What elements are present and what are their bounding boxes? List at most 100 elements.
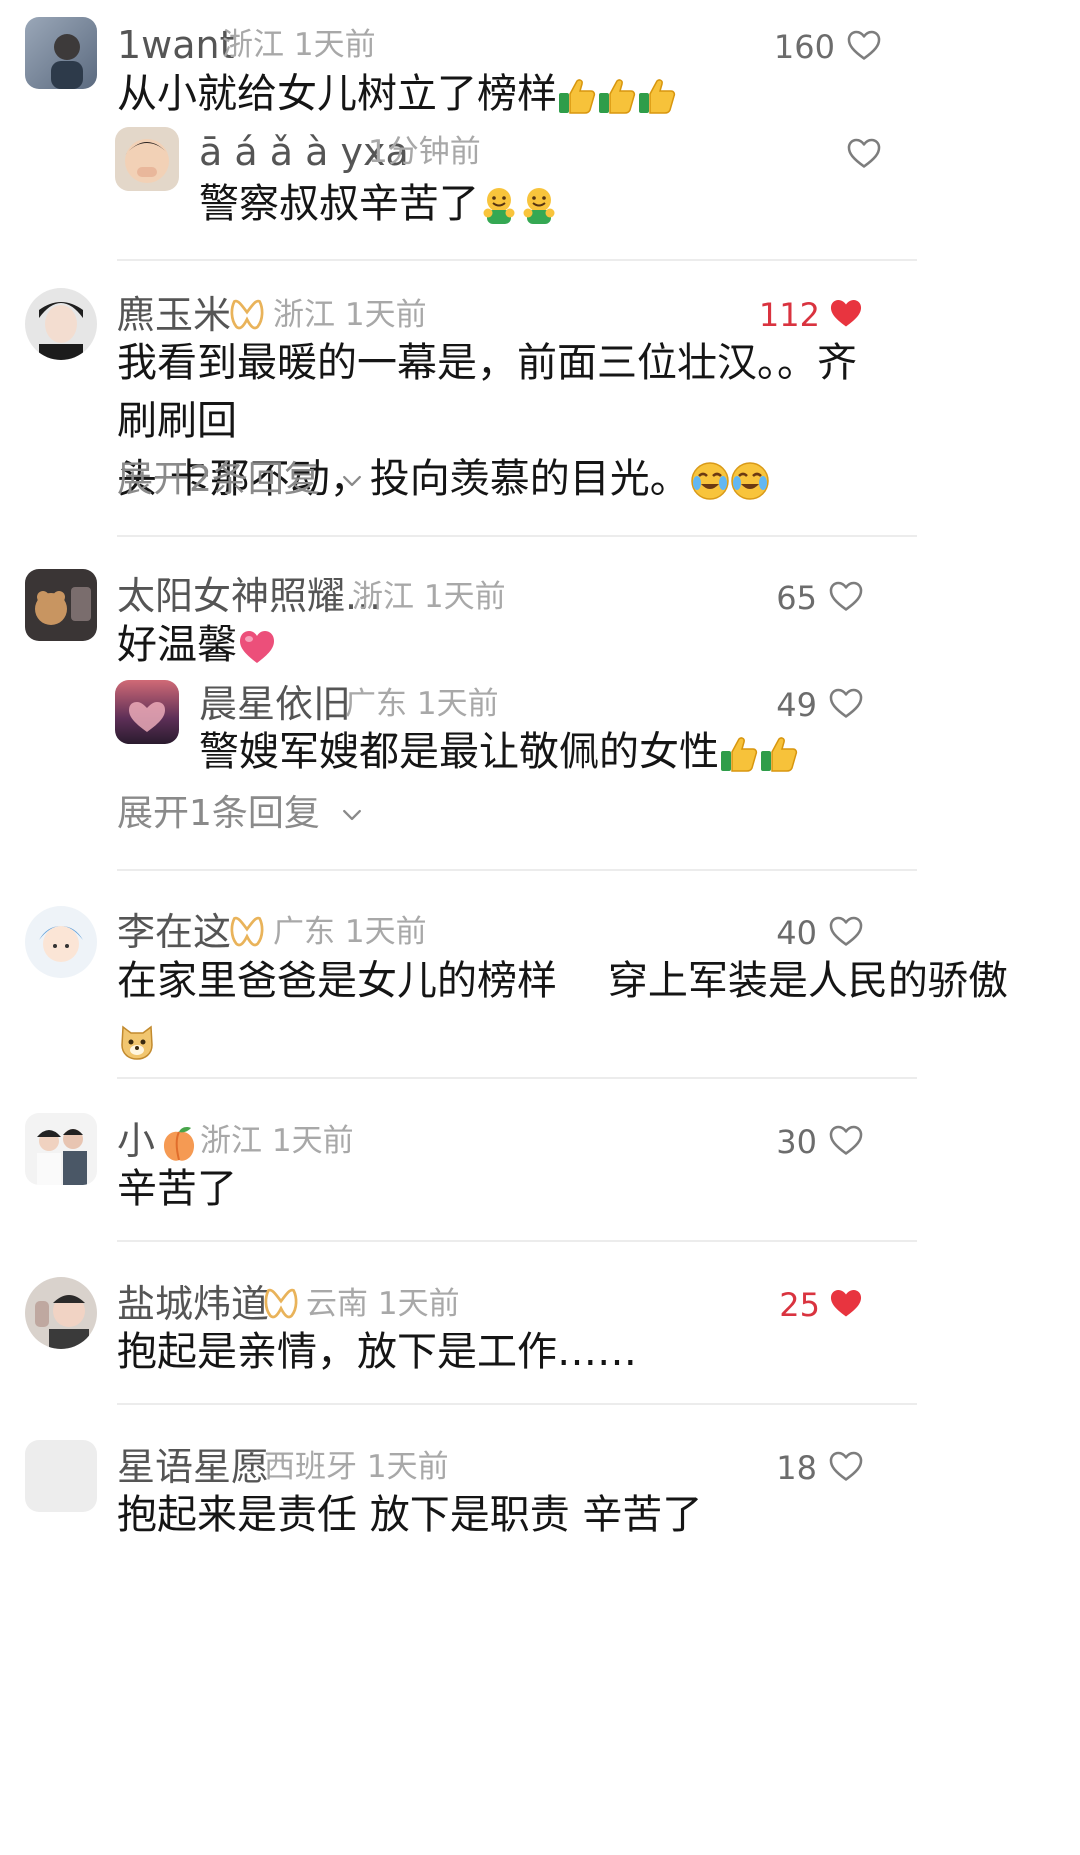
hug-emoji	[479, 186, 519, 226]
comment-meta: 云南 1天前	[306, 1289, 460, 1320]
thumbs-up-emoji	[637, 76, 677, 116]
heart-outline-icon[interactable]	[827, 1447, 865, 1485]
badge-icon	[229, 913, 265, 949]
commenter-name[interactable]: 星语星愿	[117, 1448, 269, 1486]
divider	[117, 869, 917, 871]
comment-meta: 浙江 1天前	[273, 300, 427, 331]
reply-time: 1天前	[416, 686, 499, 722]
expand-replies[interactable]: 展开1条回复	[117, 796, 365, 832]
avatar-image	[39, 926, 83, 962]
like-count: 160	[773, 28, 835, 66]
comment-time: 1天前	[366, 1449, 449, 1485]
avatar-image	[51, 34, 83, 89]
like-count: 65	[776, 579, 817, 617]
comment-meta: 浙江 1天前	[352, 582, 506, 613]
heart-outline-icon[interactable]	[845, 134, 883, 172]
avatar-image	[129, 702, 165, 732]
comment-time: 1天前	[344, 914, 427, 950]
reply-region: 广东	[345, 686, 407, 722]
reply-like-count: 49	[776, 686, 817, 724]
avatar-image	[35, 587, 91, 625]
badge-icon	[229, 296, 265, 332]
avatar-image	[37, 1129, 87, 1185]
heart-filled-icon[interactable]	[827, 1284, 865, 1322]
like-count: 112	[758, 296, 820, 334]
comment-text: 在家里爸爸是女儿的榜样 穿上军装是人民的骄傲	[117, 952, 1008, 1068]
reply-avatar[interactable]	[115, 680, 179, 744]
divider	[117, 1403, 917, 1405]
peach-emoji	[159, 1124, 199, 1164]
comment-text-line	[117, 1010, 887, 1068]
commenter-name[interactable]: 太阳女神照耀...	[117, 577, 381, 615]
comment-time: 1天前	[271, 1123, 354, 1159]
comment-region: 西班牙	[264, 1449, 357, 1485]
comment-text: 抱起来是责任 放下是职责 辛苦了	[117, 1492, 703, 1538]
chevron-down-icon	[339, 468, 365, 494]
avatar[interactable]	[25, 906, 97, 978]
crying-laugh-emoji	[730, 461, 770, 501]
divider	[117, 259, 917, 261]
comment-region: 浙江	[352, 579, 414, 615]
comment-meta: 浙江 1天前	[200, 1126, 354, 1157]
badge-icon	[263, 1285, 299, 1321]
comment-text-line: 我看到最暖的一幕是，前面三位壮汉。。齐刷刷回	[117, 340, 857, 444]
avatar-image	[35, 1295, 89, 1349]
avatar-image	[125, 139, 169, 183]
comment-region: 浙江	[222, 27, 284, 63]
thumbs-up-emoji	[759, 734, 799, 774]
comment-time: 1天前	[344, 297, 427, 333]
heart-outline-icon[interactable]	[827, 912, 865, 950]
divider	[117, 1240, 917, 1242]
commenter-name[interactable]: 李在这	[117, 913, 231, 951]
comment-region: 广东	[273, 914, 335, 950]
avatar[interactable]	[25, 288, 97, 360]
doge-emoji	[117, 1021, 157, 1061]
like-count: 18	[776, 1449, 817, 1487]
comment-region: 云南	[306, 1286, 368, 1322]
divider	[117, 1077, 917, 1079]
divider	[117, 535, 917, 537]
like-count: 40	[776, 914, 817, 952]
comment-time: 1天前	[377, 1286, 460, 1322]
reply-text: 警嫂军嫂都是最让敬佩的女性	[199, 723, 799, 781]
commenter-name[interactable]: 盐城炜道	[117, 1285, 269, 1323]
comment-text: 辛苦了	[117, 1166, 237, 1212]
thumbs-up-emoji	[557, 76, 597, 116]
reply-meta: 广东 1天前	[345, 689, 499, 720]
heart-outline-icon[interactable]	[827, 684, 865, 722]
heart-filled-icon[interactable]	[827, 294, 865, 332]
commenter-name[interactable]: 小	[117, 1122, 199, 1164]
like-count: 30	[776, 1123, 817, 1161]
heart-emoji	[237, 627, 277, 667]
comment-region: 浙江	[273, 297, 335, 333]
expand-replies[interactable]: 展开2条回复	[117, 462, 365, 498]
avatar[interactable]	[25, 17, 97, 89]
reply-time: 1分钟前	[368, 134, 481, 170]
like-count: 25	[779, 1286, 820, 1324]
chevron-down-icon	[339, 802, 365, 828]
comment-meta: 广东 1天前	[273, 917, 427, 948]
comment-text: 从小就给女儿树立了榜样	[117, 65, 677, 123]
comment-meta: 西班牙 1天前	[264, 1452, 449, 1483]
heart-outline-icon[interactable]	[845, 26, 883, 64]
comment-time: 1天前	[423, 579, 506, 615]
reply-text: 警察叔叔辛苦了	[199, 175, 559, 233]
hug-emoji	[519, 186, 559, 226]
avatar[interactable]	[25, 569, 97, 641]
commenter-name[interactable]: 麃玉米	[117, 296, 231, 334]
avatar[interactable]	[25, 1113, 97, 1185]
reply-avatar[interactable]	[115, 127, 179, 191]
comment-time: 1天前	[293, 27, 376, 63]
thumbs-up-emoji	[597, 76, 637, 116]
avatar[interactable]	[25, 1277, 97, 1349]
heart-outline-icon[interactable]	[827, 1121, 865, 1159]
comment-meta: 浙江 1天前	[222, 30, 376, 61]
heart-outline-icon[interactable]	[827, 577, 865, 615]
commenter-name[interactable]: 1want	[117, 26, 235, 64]
comment-text: 好温馨	[117, 616, 277, 674]
comment-text: 抱起是亲情，放下是工作……	[117, 1329, 637, 1375]
reply-name[interactable]: 晨星依旧	[199, 685, 351, 723]
avatar-image	[39, 302, 83, 360]
avatar[interactable]	[25, 1440, 97, 1512]
thumbs-up-emoji	[719, 734, 759, 774]
